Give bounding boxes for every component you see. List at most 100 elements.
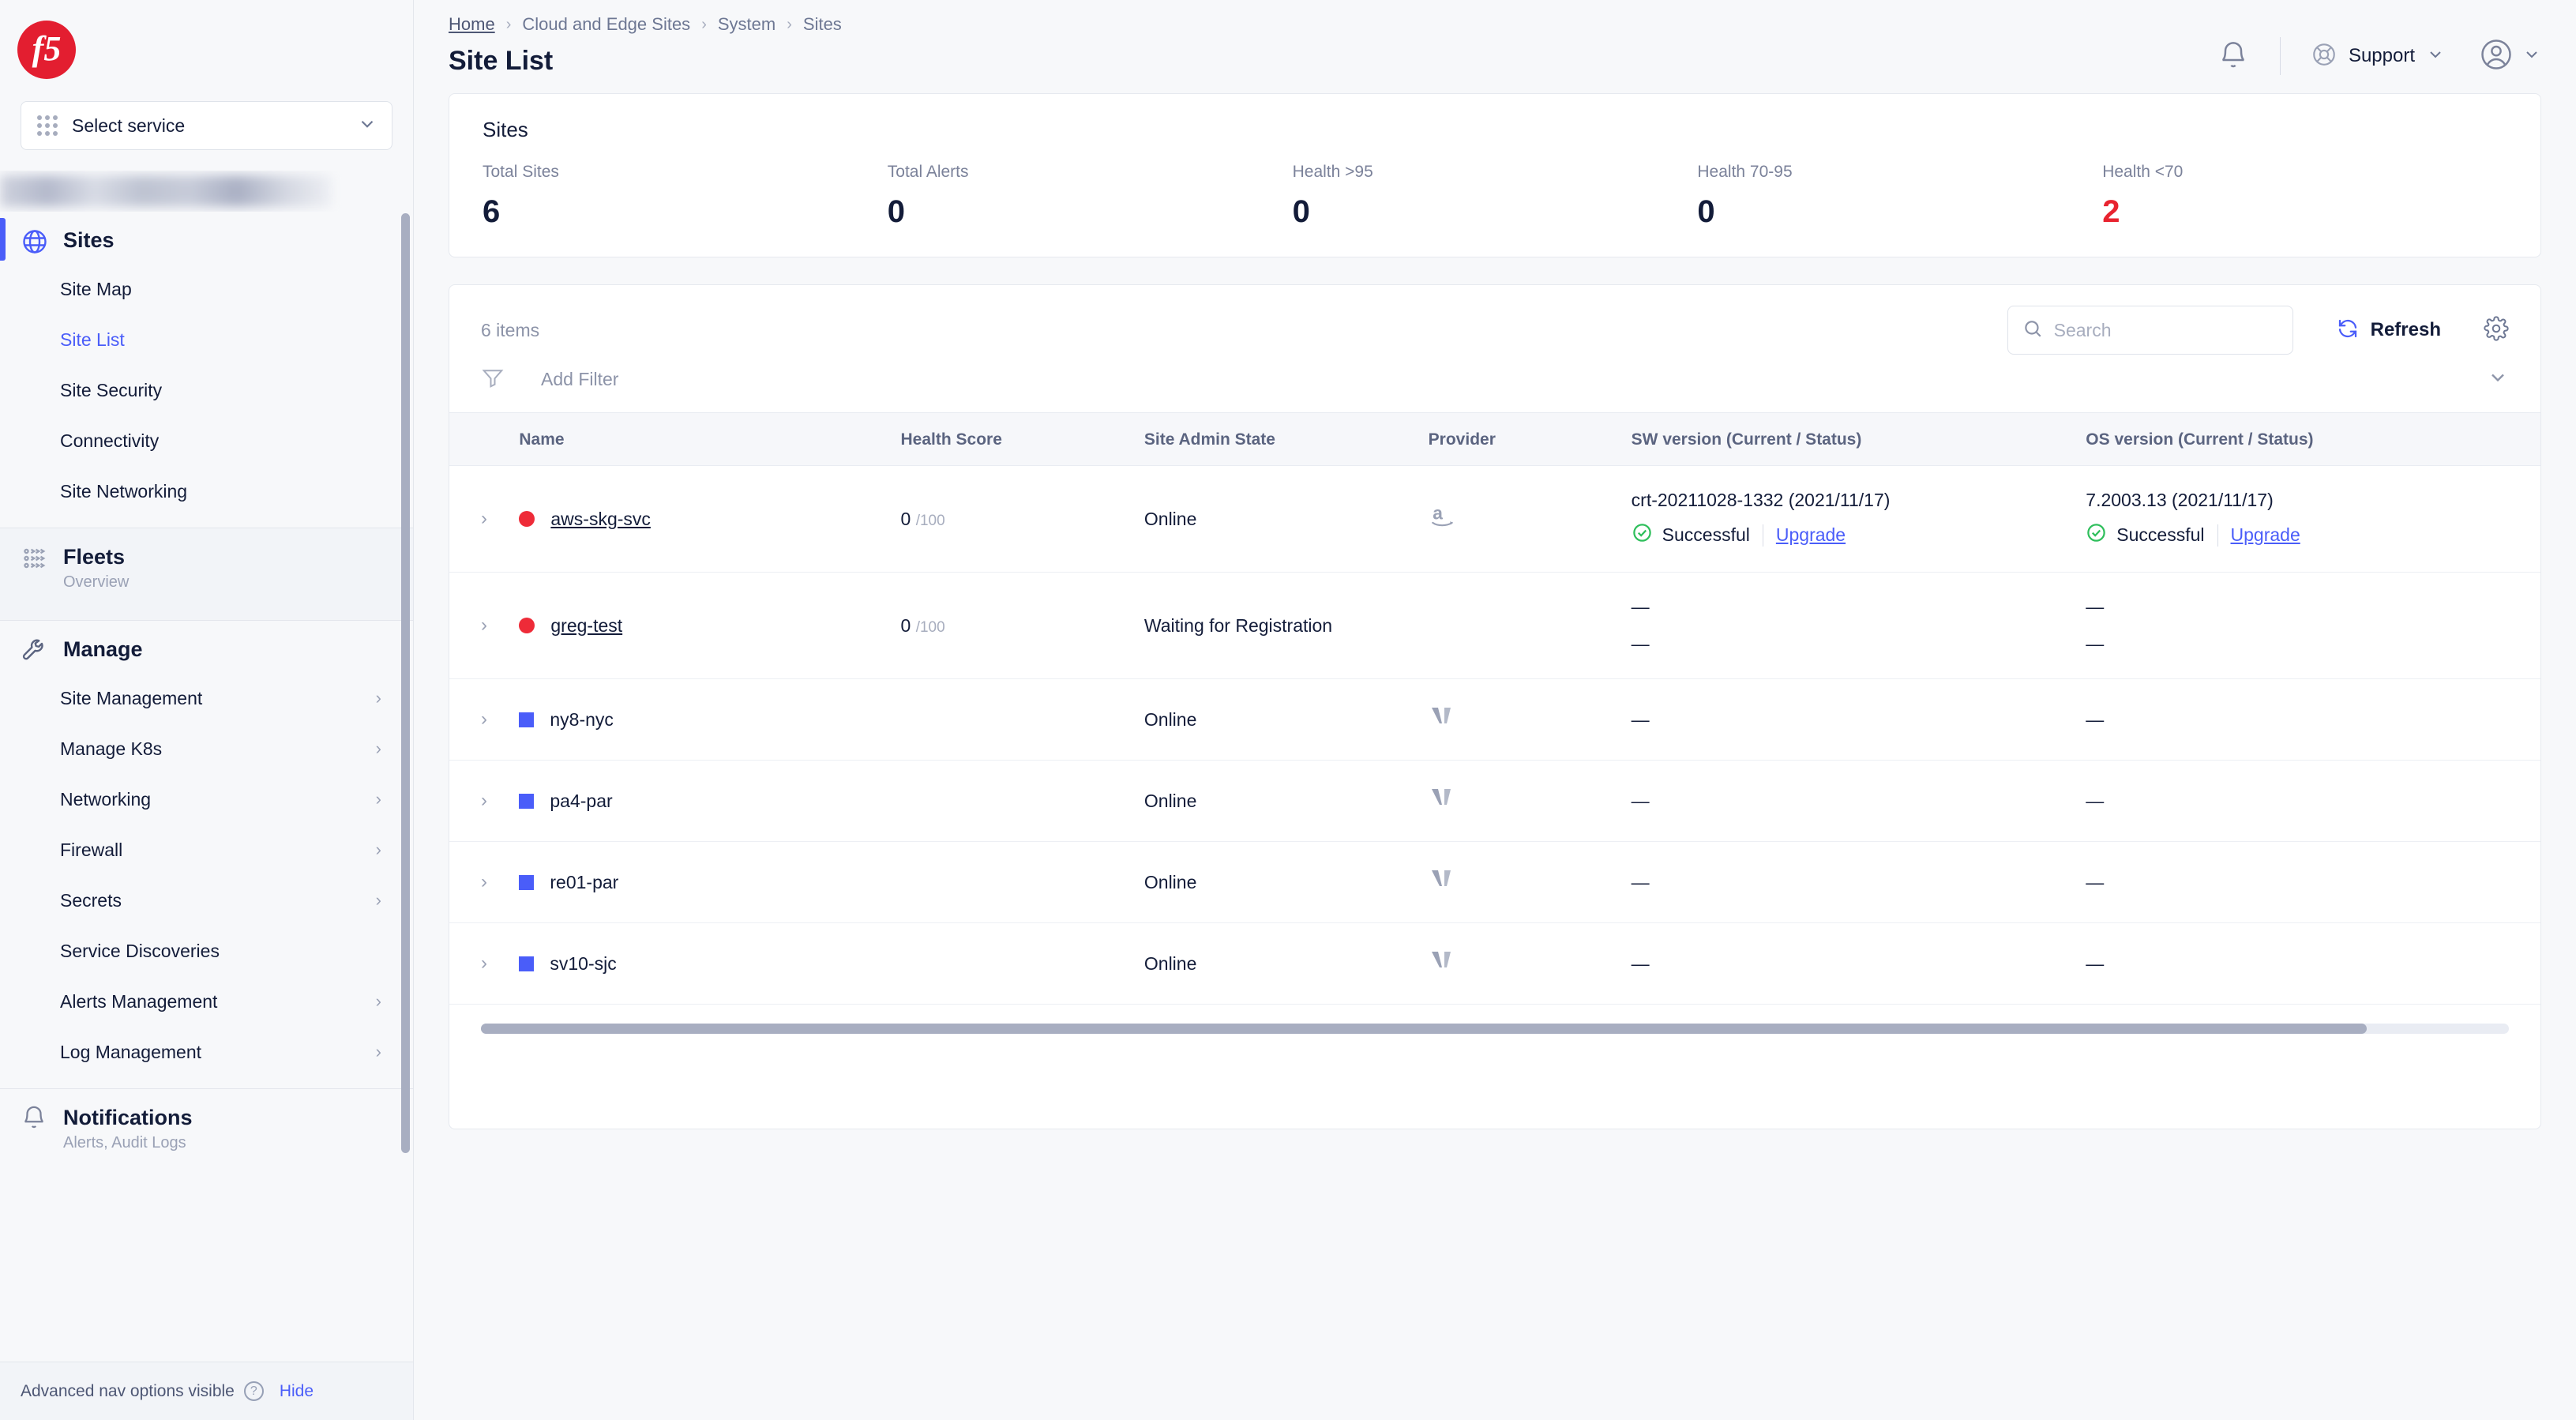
breadcrumb-item-home[interactable]: Home [449,14,495,35]
sidebar-item-connectivity[interactable]: Connectivity [0,415,413,466]
breadcrumb-item-sites[interactable]: Sites [803,14,842,35]
service-select-dropdown[interactable]: Select service [21,101,392,150]
notifications-bell-icon[interactable] [2209,32,2258,81]
col-health-score[interactable]: Health Score [900,412,1144,466]
sidebar-item-sites[interactable]: Sites [0,212,413,264]
gear-icon[interactable] [2484,315,2509,345]
volterra-icon [1429,952,1460,979]
col-os-version[interactable]: OS version (Current / Status) [2086,412,2540,466]
sidebar-item-site-map[interactable]: Site Map [0,264,413,314]
nav-section-notifications: Notifications Alerts, Audit Logs [0,1089,413,1168]
sidebar-item-firewall[interactable]: Firewall › [0,825,413,875]
expand-cell[interactable]: › [449,922,520,1005]
chevron-down-icon[interactable] [2487,366,2509,393]
breadcrumb-item-cloud-and-edge-sites[interactable]: Cloud and Edge Sites [522,14,690,35]
breadcrumb-item-system[interactable]: System [718,14,775,35]
expand-cell[interactable]: › [449,841,520,923]
add-filter-input[interactable]: Add Filter [541,369,618,390]
site-name-label[interactable]: ny8-nyc [550,709,614,731]
status-square-blue [519,874,535,890]
sidebar-item-site-list[interactable]: Site List [0,314,413,365]
expand-cell[interactable]: › [449,678,520,761]
page-title: Site List [449,46,554,76]
table-horizontal-scrollbar[interactable] [481,1024,2509,1034]
expand-cell[interactable]: › [449,760,520,842]
bell-icon [21,1105,49,1133]
os-status-label: — [2086,633,2105,654]
sidebar-item-notifications[interactable]: Notifications Alerts, Audit Logs [0,1089,413,1168]
sidebar-item-log-management[interactable]: Log Management › [0,1027,413,1077]
support-label: Support [2348,45,2415,66]
site-admin-state-cell: Waiting for Registration [1143,572,1429,679]
sidebar-item-label: Secrets [60,889,122,911]
chevron-right-icon[interactable]: › [481,614,487,636]
sidebar-item-site-security[interactable]: Site Security [0,365,413,415]
refresh-button[interactable]: Refresh [2336,317,2441,344]
chevron-right-icon[interactable]: › [481,871,487,892]
sidebar-item-label: Service Discoveries [60,940,220,961]
sidebar-item-secrets[interactable]: Secrets › [0,875,413,926]
col-site-admin-state[interactable]: Site Admin State [1143,412,1429,466]
table-row[interactable]: › re01-par Online — — [449,841,2540,923]
f5-logo-icon[interactable]: f5 [17,21,76,79]
scrollbar-thumb[interactable] [481,1024,2368,1034]
sidebar-item-fleets[interactable]: Fleets Overview [0,528,413,609]
sidebar-item-label: Alerts Management [60,990,218,1012]
search-box[interactable] [2007,306,2293,355]
site-name-link[interactable]: aws-skg-svc [550,509,651,530]
header-actions: Support [2209,14,2541,81]
site-name-link[interactable]: greg-test [550,615,622,637]
table-row[interactable]: › ny8-nyc Online — — [449,678,2540,761]
filter-row: Add Filter [449,355,2540,412]
col-name[interactable]: Name [519,412,901,466]
chevron-right-icon[interactable]: › [481,508,487,529]
sidebar-item-service-discoveries[interactable]: Service Discoveries [0,926,413,976]
col-provider[interactable]: Provider [1428,412,1632,466]
provider-cell [1428,922,1632,1005]
sidebar-item-manage[interactable]: Manage [0,621,413,673]
expand-cell[interactable]: › [449,465,520,573]
health-score-cell [900,922,1144,1005]
sidebar-item-label: Log Management [60,1041,202,1062]
site-admin-state-cell: Online [1143,922,1429,1005]
chevron-right-icon: › [375,890,381,910]
divider [2279,37,2281,75]
chevron-right-icon[interactable]: › [481,952,487,974]
chevron-right-icon[interactable]: › [481,790,487,811]
user-menu[interactable] [2480,38,2541,75]
os-version-value: — [2086,952,2105,974]
sidebar-item-site-networking[interactable]: Site Networking [0,466,413,517]
sidebar-item-label: Networking [60,788,152,810]
search-input[interactable] [2053,319,2278,341]
question-circle-icon[interactable]: ? [243,1381,264,1401]
provider-cell [1428,760,1632,842]
stats-title: Sites [483,118,528,141]
svg-text:f5: f5 [32,29,62,68]
table-row[interactable]: › sv10-sjc Online — — [449,922,2540,1005]
table-row[interactable]: › greg-test 0 /100 Waiting for Registrat… [449,572,2540,679]
provider-cell [1428,678,1632,761]
expand-cell[interactable]: › [449,572,520,679]
site-name-label[interactable]: sv10-sjc [550,953,616,975]
site-name-label[interactable]: pa4-par [550,791,612,812]
sw-upgrade-link[interactable]: Upgrade [1776,524,1846,546]
chevron-right-icon[interactable]: › [481,708,487,730]
os-upgrade-link[interactable]: Upgrade [2231,524,2300,546]
support-menu[interactable]: Support [2303,41,2453,72]
table-row[interactable]: › aws-skg-svc 0 /100 Online a crt-202110… [449,465,2540,573]
name-cell: aws-skg-svc [519,465,901,573]
sidebar-item-alerts-management[interactable]: Alerts Management › [0,976,413,1027]
site-name-label[interactable]: re01-par [550,872,618,893]
col-sw-version[interactable]: SW version (Current / Status) [1631,412,2086,466]
sidebar-item-manage-k8s[interactable]: Manage K8s › [0,723,413,774]
table-row[interactable]: › pa4-par Online — — [449,760,2540,842]
col-expand [449,412,520,466]
sidebar-scrollbar[interactable] [401,213,410,1153]
health-score-value: 0 [900,508,911,529]
stat-value: 0 [1697,194,1715,229]
sidebar-item-site-management[interactable]: Site Management › [0,673,413,723]
sidebar-item-networking[interactable]: Networking › [0,774,413,825]
hide-advanced-nav-button[interactable]: Hide [280,1382,314,1401]
stat-label: Health <70 [2102,163,2184,181]
filter-icon[interactable] [481,366,505,393]
